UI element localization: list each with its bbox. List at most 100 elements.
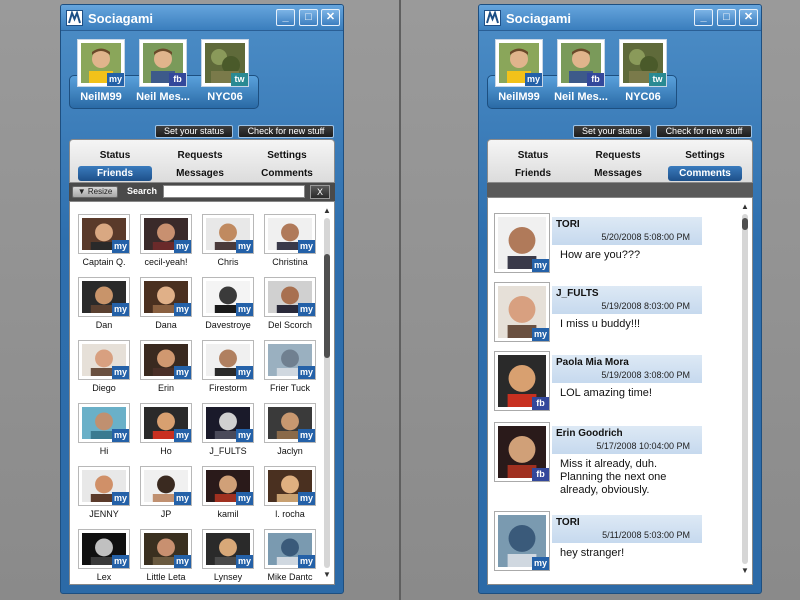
friend-item[interactable]: my Hi [74, 403, 134, 456]
tab-comments[interactable]: Comments [668, 166, 742, 181]
comment-author: J_FULTS [556, 288, 599, 299]
friend-item[interactable]: my Lex [74, 529, 134, 582]
account-facebook[interactable]: fb Neil Mes... [553, 39, 609, 103]
friend-avatar: my [202, 466, 254, 506]
friend-item[interactable]: my l. rocha [260, 466, 320, 519]
service-badge: fb [532, 468, 549, 481]
nav-tabs: Status Requests Settings Friends Message… [487, 139, 753, 183]
tab-friends[interactable]: Friends [496, 166, 570, 181]
window-title: Sociagami [88, 11, 154, 26]
friend-item[interactable]: my Frier Tuck [260, 340, 320, 393]
comment-item[interactable]: my TORI 5/11/2008 5:03:00 PM hey stranger! [494, 511, 730, 575]
friend-name: Ho [160, 446, 172, 456]
service-badge: fb [587, 73, 604, 86]
set-status-button[interactable]: Set your status [573, 125, 651, 138]
friend-item[interactable]: my Diego [74, 340, 134, 393]
tab-messages[interactable]: Messages [581, 166, 655, 181]
resize-button[interactable]: ▼ Resize [72, 186, 118, 198]
comment-text: hey stranger! [560, 547, 625, 559]
comment-date: 5/20/2008 5:08:00 PM [601, 232, 690, 242]
friend-item[interactable]: my Captain Q. [74, 214, 134, 267]
friend-item[interactable]: my Mike Dantc [260, 529, 320, 582]
friend-name: Lex [96, 572, 112, 582]
comment-date: 5/11/2008 5:03:00 PM [602, 530, 690, 540]
account-myspace[interactable]: my NeilM99 [491, 39, 547, 103]
avatar: fb [139, 39, 187, 87]
scroll-up-icon[interactable]: ▲ [322, 206, 332, 216]
friend-item[interactable]: my Little Leta [136, 529, 196, 582]
friend-item[interactable]: my Firestorm [198, 340, 258, 393]
comment-date: 5/19/2008 3:08:00 PM [601, 370, 690, 380]
comment-item[interactable]: my TORI 5/20/2008 5:08:00 PM How are you??? [494, 213, 730, 277]
friend-avatar: my [140, 529, 192, 569]
friend-item[interactable]: my Lynsey [198, 529, 258, 582]
friend-item[interactable]: my Dana [136, 277, 196, 330]
tab-settings[interactable]: Settings [250, 148, 324, 163]
scroll-down-icon[interactable]: ▼ [740, 566, 750, 576]
friend-item[interactable]: my Erin [136, 340, 196, 393]
friend-avatar: my [264, 214, 316, 254]
check-new-button[interactable]: Check for new stuff [656, 125, 752, 138]
friend-item[interactable]: my Dan [74, 277, 134, 330]
nav-tabs: Status Requests Settings Friends Message… [69, 139, 335, 183]
title-bar[interactable]: Sociagami _ □ ✕ [479, 5, 761, 31]
scrollbar[interactable]: ▲ ▼ [740, 202, 750, 576]
comment-avatar: my [494, 511, 550, 571]
scroll-thumb[interactable] [742, 218, 748, 230]
tab-comments[interactable]: Comments [250, 166, 324, 181]
tab-status[interactable]: Status [496, 148, 570, 163]
account-myspace[interactable]: my NeilM99 [73, 39, 129, 103]
avatar: tw [619, 39, 667, 87]
friend-avatar: my [78, 403, 130, 443]
tab-requests[interactable]: Requests [581, 148, 655, 163]
maximize-button[interactable]: □ [299, 9, 318, 26]
search-input[interactable] [163, 185, 305, 198]
account-facebook[interactable]: fb Neil Mes... [135, 39, 191, 103]
account-twitter[interactable]: tw NYC06 [615, 39, 671, 103]
friend-name: Erin [157, 383, 174, 393]
minimize-button[interactable]: _ [694, 9, 713, 26]
service-badge: my [112, 303, 129, 316]
friend-item[interactable]: my J_FULTS [198, 403, 258, 456]
service-badge: my [298, 366, 315, 379]
friend-item[interactable]: my kamil [198, 466, 258, 519]
clear-search-button[interactable]: X [310, 185, 330, 199]
scroll-down-icon[interactable]: ▼ [322, 570, 332, 580]
friend-item[interactable]: my Ho [136, 403, 196, 456]
comment-item[interactable]: my J_FULTS 5/19/2008 8:03:00 PM I miss u bu… [494, 282, 730, 346]
friend-item[interactable]: my Davestroye [198, 277, 258, 330]
service-badge: my [174, 492, 191, 505]
friend-name: Christina [272, 257, 308, 267]
scroll-track[interactable] [742, 214, 748, 564]
friend-avatar: my [78, 214, 130, 254]
comment-text: I miss u buddy!!! [560, 318, 641, 330]
comment-author: Erin Goodrich [556, 428, 623, 439]
friend-item[interactable]: my Chris [198, 214, 258, 267]
friend-item[interactable]: my JP [136, 466, 196, 519]
friend-item[interactable]: my Del Scorch [260, 277, 320, 330]
title-bar[interactable]: Sociagami _ □ ✕ [61, 5, 343, 31]
tab-messages[interactable]: Messages [163, 166, 237, 181]
scroll-up-icon[interactable]: ▲ [740, 202, 750, 212]
tab-friends[interactable]: Friends [78, 166, 152, 181]
close-button[interactable]: ✕ [739, 9, 758, 26]
set-status-button[interactable]: Set your status [155, 125, 233, 138]
friend-item[interactable]: my Christina [260, 214, 320, 267]
friend-item[interactable]: my cecil-yeah! [136, 214, 196, 267]
comment-item[interactable]: fb Paola Mia Mora 5/19/2008 3:08:00 PM LOL … [494, 351, 730, 415]
account-twitter[interactable]: tw NYC06 [197, 39, 253, 103]
comment-item[interactable]: fb Erin Goodrich 5/17/2008 10:04:00 PM Miss… [494, 422, 730, 496]
scroll-thumb[interactable] [324, 254, 330, 358]
account-switcher: my NeilM99 fb Neil Mes... tw NYC06 [487, 35, 677, 113]
tab-status[interactable]: Status [78, 148, 152, 163]
tab-settings[interactable]: Settings [668, 148, 742, 163]
tab-requests[interactable]: Requests [163, 148, 237, 163]
minimize-button[interactable]: _ [276, 9, 295, 26]
check-new-button[interactable]: Check for new stuff [238, 125, 334, 138]
scrollbar[interactable]: ▲ ▼ [322, 206, 332, 580]
maximize-button[interactable]: □ [717, 9, 736, 26]
close-button[interactable]: ✕ [321, 9, 340, 26]
friend-item[interactable]: my Jaclyn [260, 403, 320, 456]
comment-avatar: my [494, 213, 550, 273]
friend-item[interactable]: my JENNY [74, 466, 134, 519]
